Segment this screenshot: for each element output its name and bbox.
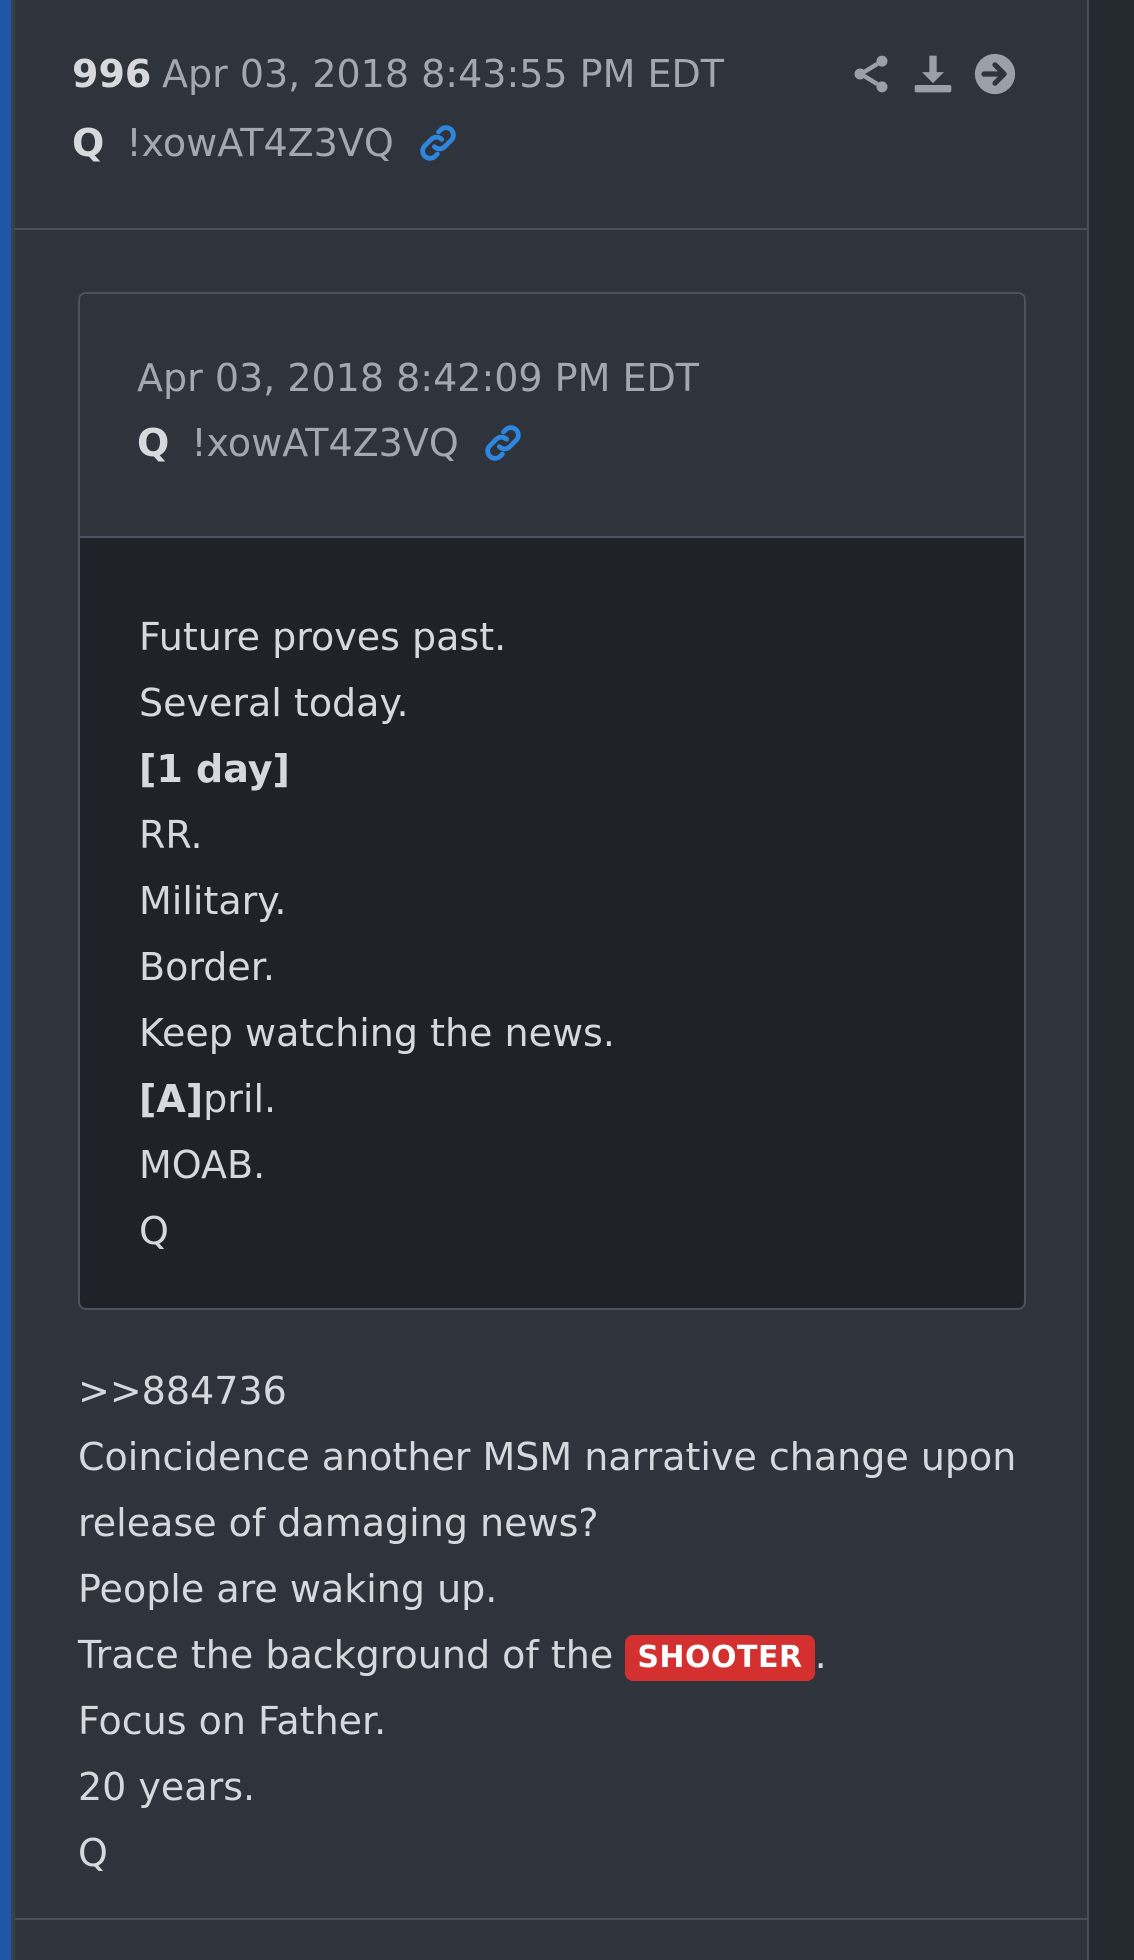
post-number[interactable]: 996 — [72, 52, 151, 96]
body-line: Coincidence another MSM narrative change… — [78, 1435, 1017, 1479]
quoted-tripcode: !xowAT4Z3VQ — [191, 421, 459, 465]
post-author-row: Q !xowAT4Z3VQ — [72, 118, 460, 168]
quoted-post: Apr 03, 2018 8:42:09 PM EDT Q !xowAT4Z3V… — [78, 292, 1026, 1310]
post-actions — [849, 52, 1017, 96]
share-icon[interactable] — [849, 52, 893, 96]
divider — [15, 1918, 1087, 1920]
download-icon[interactable] — [911, 52, 955, 96]
post-author: Q — [72, 121, 105, 165]
post-body: >>884736 Coincidence another MSM narrati… — [78, 1358, 1038, 1886]
body-line: Trace the background of the SHOOTER. — [78, 1622, 1038, 1688]
body-line: Focus on Father. — [78, 1699, 387, 1743]
reply-reference-link[interactable]: >>884736 — [78, 1358, 1038, 1424]
quoted-author: Q — [137, 421, 170, 465]
body-line: Q — [78, 1831, 108, 1875]
quoted-author-row: Q !xowAT4Z3VQ — [137, 418, 525, 468]
post-card: 996 Apr 03, 2018 8:43:55 PM EDT Q !xowAT… — [15, 0, 1087, 1960]
link-icon[interactable] — [481, 421, 525, 465]
quoted-post-header: Apr 03, 2018 8:42:09 PM EDT Q !xowAT4Z3V… — [80, 294, 1024, 538]
quoted-post-date: Apr 03, 2018 8:42:09 PM EDT — [137, 356, 699, 400]
post-header: 996 Apr 03, 2018 8:43:55 PM EDT Q !xowAT… — [15, 0, 1087, 230]
body-line: 20 years. — [78, 1765, 256, 1809]
right-gutter — [1087, 0, 1134, 1960]
body-text: . — [814, 1633, 827, 1677]
post-date: Apr 03, 2018 8:43:55 PM EDT — [162, 52, 724, 96]
body-line: release of damaging news? — [78, 1501, 599, 1545]
body-text: Trace the background of the — [78, 1633, 626, 1677]
left-accent-bar — [0, 0, 15, 1960]
link-icon[interactable] — [416, 121, 460, 165]
body-line: People are waking up. — [78, 1567, 498, 1611]
post-tripcode: !xowAT4Z3VQ — [126, 121, 394, 165]
shooter-badge: SHOOTER — [625, 1634, 815, 1681]
arrow-right-circle-icon[interactable] — [973, 52, 1017, 96]
